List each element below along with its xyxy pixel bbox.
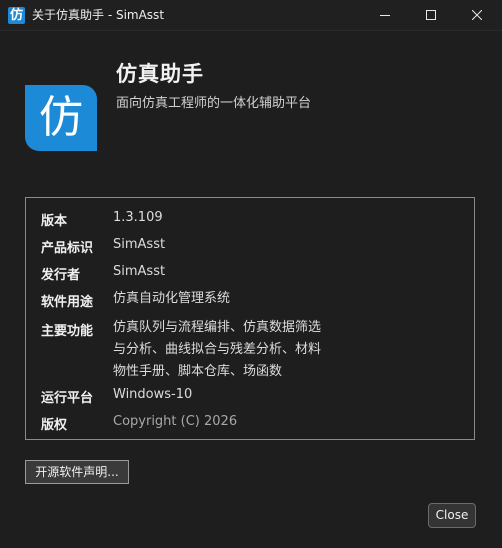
app-name: 仿真助手 [116, 62, 204, 86]
info-panel: 版本 1.3.109 产品标识 SimAsst 发行者 SimAsst 软件用途… [25, 197, 475, 440]
maximize-button[interactable] [408, 0, 454, 30]
maximize-icon [426, 10, 436, 20]
close-icon [472, 10, 482, 20]
window-title: 关于仿真助手 - SimAsst [32, 8, 165, 22]
close-window-button[interactable] [454, 0, 500, 30]
minimize-icon [380, 15, 390, 16]
open-source-license-button[interactable]: 开源软件声明... [25, 460, 129, 484]
info-value: 仿真自动化管理系统 [113, 291, 231, 306]
info-label: 发行者 [41, 268, 81, 283]
title-bar[interactable]: 仿 关于仿真助手 - SimAsst [0, 0, 502, 31]
info-value: 1.3.109 [113, 210, 163, 225]
info-value: 仿真队列与流程编排、仿真数据筛选与分析、曲线拟合与残差分析、材料物性手册、脚本仓… [113, 320, 322, 379]
about-dialog: 仿 关于仿真助手 - SimAsst 仿 仿真助手 面向仿真工程师的一体化辅助平… [0, 0, 502, 548]
info-label: 版本 [41, 214, 68, 229]
info-value: Windows-10 [113, 387, 193, 402]
close-button[interactable]: Close [428, 503, 476, 528]
app-icon: 仿 [8, 7, 25, 24]
info-value: SimAsst [113, 237, 166, 252]
info-label: 版权 [41, 418, 68, 433]
info-label: 运行平台 [41, 391, 94, 406]
app-logo: 仿 [25, 85, 97, 151]
info-label: 主要功能 [41, 324, 94, 339]
minimize-button[interactable] [362, 0, 408, 30]
info-label: 软件用途 [41, 295, 94, 310]
info-label: 产品标识 [41, 241, 94, 256]
info-value: Copyright (C) 2026 [113, 414, 238, 429]
app-description: 面向仿真工程师的一体化辅助平台 [116, 96, 312, 111]
info-value: SimAsst [113, 264, 166, 279]
